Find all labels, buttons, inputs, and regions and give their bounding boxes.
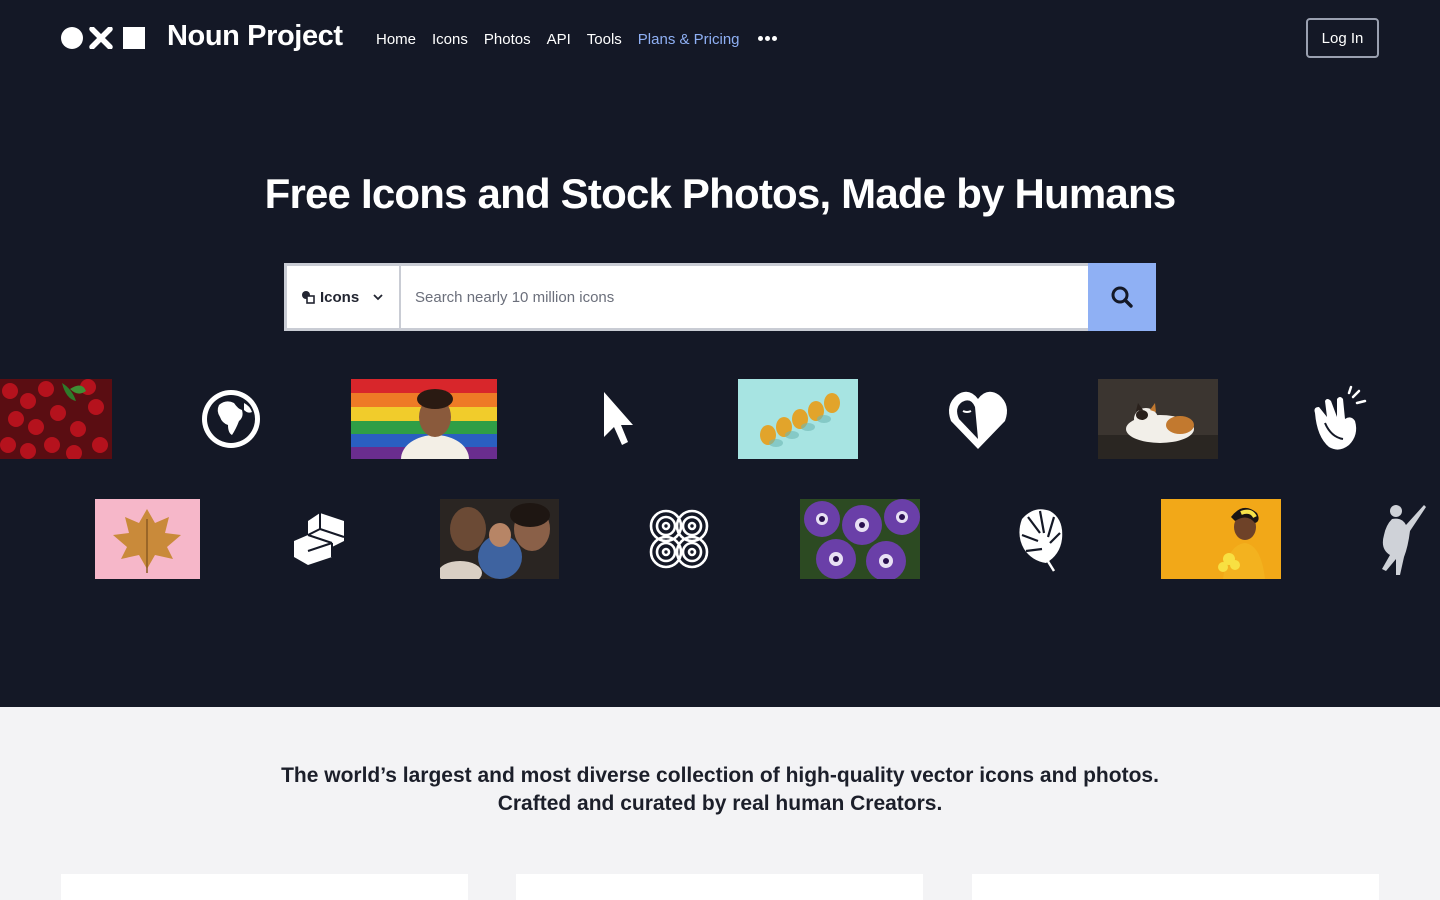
chevron-down-icon	[373, 294, 383, 301]
page-title: Free Icons and Stock Photos, Made by Hum…	[264, 170, 1177, 217]
pride-flag-portrait-photo[interactable]	[351, 379, 497, 459]
knot-pattern-icon[interactable]	[646, 499, 712, 579]
feature-card-2[interactable]	[516, 874, 923, 900]
search-button[interactable]	[1088, 263, 1156, 331]
tagline-line-1: The world’s largest and most diverse col…	[281, 764, 1159, 787]
icons-category-icon	[302, 291, 315, 304]
nav-links: Home Icons Photos API Tools Plans & Pric…	[376, 29, 740, 49]
cursor-arrow-icon[interactable]	[601, 379, 635, 459]
carousel-row-2	[0, 499, 1440, 579]
more-menu-icon[interactable]	[758, 36, 777, 42]
feature-card-3[interactable]	[972, 874, 1379, 900]
woman-yellow-background-photo[interactable]	[1161, 499, 1281, 579]
search-icon	[1111, 286, 1133, 308]
golden-leaf-photo[interactable]	[95, 499, 200, 579]
isometric-blocks-icon[interactable]	[290, 499, 348, 579]
globe-icon[interactable]	[198, 379, 264, 459]
pears-photo[interactable]	[738, 379, 858, 459]
nav-link-home[interactable]: Home	[376, 31, 416, 48]
feature-card-1[interactable]	[61, 874, 468, 900]
nav-link-icons[interactable]: Icons	[432, 31, 468, 48]
top-nav: Noun Project Home Icons Photos API Tools…	[0, 0, 1440, 78]
login-button[interactable]: Log In	[1306, 18, 1379, 58]
cherries-photo[interactable]	[0, 379, 112, 459]
clapping-hands-icon[interactable]	[1305, 379, 1371, 459]
monstera-leaf-icon[interactable]	[1014, 499, 1066, 579]
search-type-dropdown[interactable]: Icons	[284, 263, 401, 331]
nav-link-photos[interactable]: Photos	[484, 31, 531, 48]
hero-section: Noun Project Home Icons Photos API Tools…	[0, 0, 1440, 707]
dancer-icon[interactable]	[1372, 499, 1432, 579]
carousel-row-1	[0, 379, 1440, 459]
brand-name[interactable]: Noun Project	[167, 20, 343, 53]
nav-link-plans-pricing[interactable]: Plans & Pricing	[638, 31, 740, 48]
tagline-line-2: Crafted and curated by real human Creato…	[497, 792, 943, 815]
search-bar: Icons	[284, 263, 1156, 331]
logo-icon[interactable]	[61, 27, 146, 49]
petunia-flowers-photo[interactable]	[800, 499, 920, 579]
nav-link-api[interactable]: API	[547, 31, 571, 48]
search-input[interactable]	[401, 263, 1090, 331]
search-type-label: Icons	[320, 288, 360, 306]
heart-face-icon[interactable]	[945, 379, 1011, 459]
nav-link-tools[interactable]: Tools	[587, 31, 622, 48]
tagline: The world’s largest and most diverse col…	[0, 762, 1440, 818]
family-with-baby-photo[interactable]	[440, 499, 559, 579]
calico-cat-photo[interactable]	[1098, 379, 1218, 459]
